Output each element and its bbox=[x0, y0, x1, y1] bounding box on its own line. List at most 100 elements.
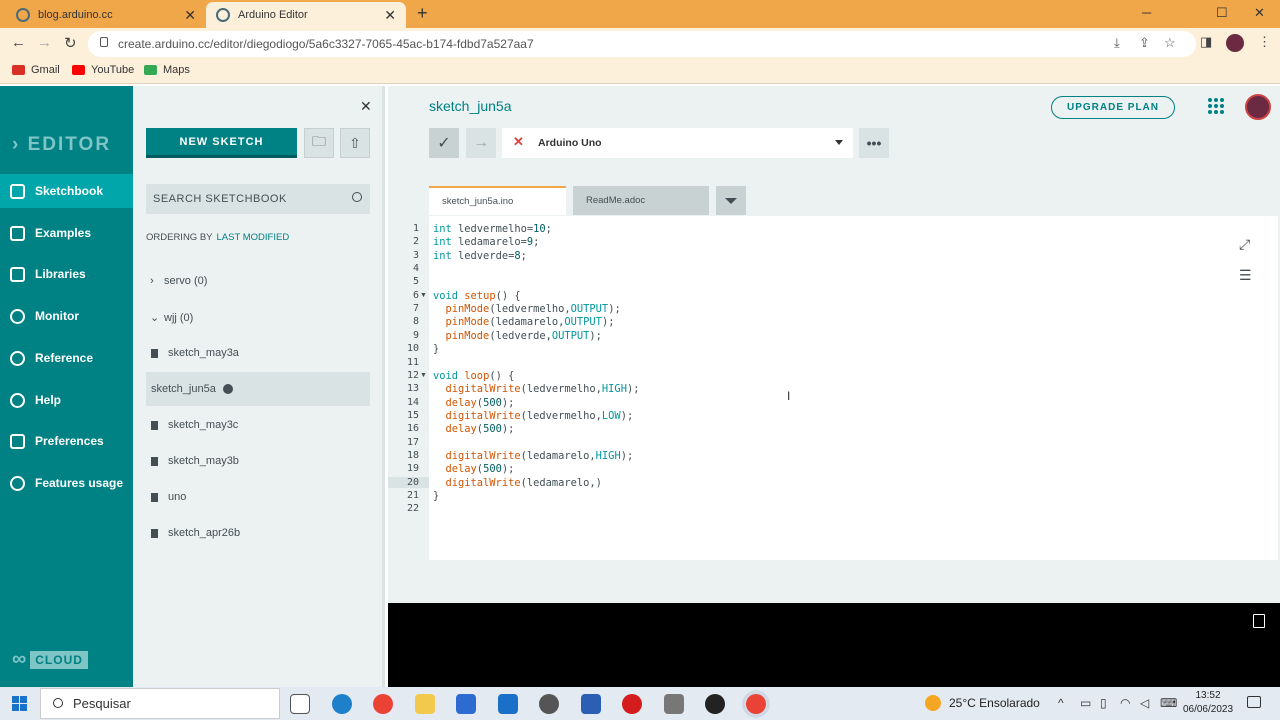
weather-widget[interactable]: 25°C Ensolarado bbox=[925, 695, 1040, 711]
bookmark-gmail[interactable]: Gmail bbox=[12, 64, 60, 76]
chrome-icon[interactable] bbox=[373, 694, 393, 714]
sketch-item[interactable]: sketch_apr26b bbox=[146, 516, 370, 550]
folder-wjj[interactable]: ⌄ wjj (0) bbox=[150, 311, 193, 325]
new-sketch-button[interactable]: NEW SKETCH bbox=[146, 128, 297, 158]
new-folder-icon[interactable]: 🗀 bbox=[304, 128, 334, 158]
wifi-icon[interactable]: ◠ bbox=[1120, 696, 1130, 710]
sketch-item[interactable]: uno bbox=[146, 480, 370, 514]
app-icon[interactable] bbox=[705, 694, 725, 714]
maximize-icon[interactable]: ☐ bbox=[1216, 5, 1228, 21]
taskbar-search[interactable]: Pesquisar bbox=[40, 688, 280, 719]
nav-item-examples[interactable]: Examples bbox=[0, 216, 133, 250]
more-options-button[interactable]: ••• bbox=[859, 128, 889, 158]
nav-item-libraries[interactable]: Libraries bbox=[0, 257, 133, 291]
search-sketchbook-input[interactable]: SEARCH SKETCHBOOK bbox=[146, 184, 370, 214]
verify-button[interactable]: ✓ bbox=[429, 128, 459, 158]
edge-icon[interactable] bbox=[332, 694, 352, 714]
task-view-icon[interactable] bbox=[290, 694, 310, 714]
star-icon[interactable]: ☆ bbox=[1164, 35, 1176, 51]
upload-button[interactable]: → bbox=[466, 128, 496, 158]
folder-servo[interactable]: › servo (0) bbox=[150, 275, 207, 287]
code-line[interactable]: delay(500); bbox=[433, 397, 515, 409]
chrome-active-icon[interactable] bbox=[746, 694, 766, 714]
fullscreen-icon[interactable]: ⤢ bbox=[1239, 236, 1250, 253]
app-icon[interactable] bbox=[581, 694, 601, 714]
bookmark-maps[interactable]: Maps bbox=[144, 64, 190, 76]
code-line[interactable]: } bbox=[433, 490, 439, 502]
language-icon[interactable]: ⌨ bbox=[1160, 696, 1177, 710]
file-tab-readme[interactable]: ReadMe.adoc bbox=[573, 186, 709, 215]
kebab-menu-icon[interactable]: ⋮ bbox=[1258, 34, 1271, 50]
code-line[interactable]: pinMode(ledamarelo,OUTPUT); bbox=[433, 316, 615, 328]
address-bar[interactable]: create.arduino.cc/editor/diegodiogo/5a6c… bbox=[88, 31, 1196, 57]
browser-tab-blog[interactable]: blog.arduino.cc ✕ bbox=[6, 2, 206, 28]
nav-item-monitor[interactable]: Monitor bbox=[0, 299, 133, 333]
minimize-icon[interactable]: ─ bbox=[1142, 5, 1151, 20]
forward-icon[interactable]: → bbox=[37, 34, 52, 51]
notification-icon[interactable] bbox=[1247, 696, 1261, 708]
code-line[interactable]: delay(500); bbox=[433, 463, 515, 475]
sketch-item-active[interactable]: sketch_jun5a bbox=[146, 372, 576, 406]
nav-item-help[interactable]: Help bbox=[0, 383, 133, 417]
code-line[interactable]: digitalWrite(ledvermelho,LOW); bbox=[433, 410, 634, 422]
close-tab-icon[interactable]: ✕ bbox=[184, 7, 196, 24]
settings-icon[interactable] bbox=[539, 694, 559, 714]
bookmark-youtube[interactable]: YouTube bbox=[72, 64, 134, 76]
nav-item-features-usage[interactable]: Features usage bbox=[0, 466, 133, 500]
clock[interactable]: 13:52 06/06/2023 bbox=[1178, 689, 1238, 717]
file-explorer-icon[interactable] bbox=[415, 694, 435, 714]
opera-icon[interactable] bbox=[622, 694, 642, 714]
mail-icon[interactable] bbox=[498, 694, 518, 714]
ordering-selector[interactable]: ORDERING BY LAST MODIFIED bbox=[146, 232, 289, 243]
upgrade-plan-button[interactable]: UPGRADE PLAN bbox=[1051, 96, 1175, 119]
import-icon[interactable]: ⇧ bbox=[340, 128, 370, 158]
sketch-title[interactable]: sketch_jun5a bbox=[429, 98, 512, 114]
code-line[interactable]: void setup() { bbox=[433, 290, 521, 302]
code-line[interactable]: } bbox=[433, 343, 439, 355]
nav-item-preferences[interactable]: Preferences bbox=[0, 424, 133, 458]
browser-tab-editor[interactable]: Arduino Editor ✕ bbox=[206, 2, 406, 28]
code-line[interactable]: digitalWrite(ledamarelo,HIGH); bbox=[433, 450, 634, 462]
board-selector[interactable]: ✕ Arduino Uno bbox=[502, 128, 853, 158]
back-icon[interactable]: ← bbox=[11, 34, 26, 51]
indent-icon[interactable]: ☰ bbox=[1239, 267, 1252, 284]
store-icon[interactable] bbox=[456, 694, 476, 714]
sketch-item[interactable]: sketch_may3c bbox=[146, 408, 370, 442]
close-window-icon[interactable]: ✕ bbox=[1254, 5, 1265, 21]
copy-icon[interactable] bbox=[1253, 614, 1265, 628]
code-line[interactable]: digitalWrite(ledamarelo,) bbox=[433, 477, 602, 489]
download-icon[interactable]: ⤓ bbox=[1114, 35, 1120, 51]
code-line[interactable]: int ledamarelo=9; bbox=[433, 236, 539, 248]
tabs-dropdown-button[interactable] bbox=[716, 186, 746, 215]
nav-item-reference[interactable]: Reference bbox=[0, 341, 133, 375]
tray-chevron-icon[interactable]: ^ bbox=[1058, 696, 1064, 710]
code-line[interactable]: int ledverde=8; bbox=[433, 250, 527, 262]
apps-grid-icon[interactable] bbox=[1208, 98, 1224, 114]
battery-icon[interactable]: ▯ bbox=[1100, 696, 1107, 710]
user-avatar[interactable] bbox=[1245, 94, 1271, 120]
close-panel-icon[interactable]: ✕ bbox=[360, 98, 372, 115]
new-tab-icon[interactable]: + bbox=[417, 3, 428, 24]
fold-toggle-icon[interactable]: ▼ bbox=[420, 372, 427, 379]
profile-avatar[interactable] bbox=[1226, 34, 1244, 52]
code-line[interactable]: int ledvermelho=10; bbox=[433, 223, 552, 235]
close-tab-icon[interactable]: ✕ bbox=[384, 7, 396, 24]
windows-start-icon[interactable] bbox=[12, 696, 27, 711]
fold-toggle-icon[interactable]: ▼ bbox=[420, 292, 427, 299]
sketch-item[interactable]: sketch_may3a bbox=[146, 336, 370, 370]
code-line[interactable]: pinMode(ledverde,OUTPUT); bbox=[433, 330, 602, 342]
code-line[interactable]: delay(500); bbox=[433, 423, 515, 435]
app-icon[interactable] bbox=[664, 694, 684, 714]
code-line[interactable]: void loop() { bbox=[433, 370, 514, 382]
nav-item-sketchbook[interactable]: Sketchbook bbox=[0, 174, 133, 208]
sketch-item[interactable]: sketch_may3b bbox=[146, 444, 370, 478]
sidebar-toggle-icon[interactable]: ◨ bbox=[1200, 34, 1212, 50]
code-line[interactable]: pinMode(ledvermelho,OUTPUT); bbox=[433, 303, 621, 315]
options-chevron-icon[interactable] bbox=[222, 384, 233, 394]
reload-icon[interactable]: ↻ bbox=[64, 34, 77, 52]
share-icon[interactable]: ⇪ bbox=[1139, 35, 1150, 51]
file-tab-ino[interactable]: sketch_jun5a.ino bbox=[429, 186, 566, 215]
volume-icon[interactable]: ◁ bbox=[1140, 696, 1149, 710]
network-icon[interactable]: ▭ bbox=[1080, 696, 1091, 710]
code-line[interactable]: digitalWrite(ledvermelho,HIGH); bbox=[433, 383, 640, 395]
